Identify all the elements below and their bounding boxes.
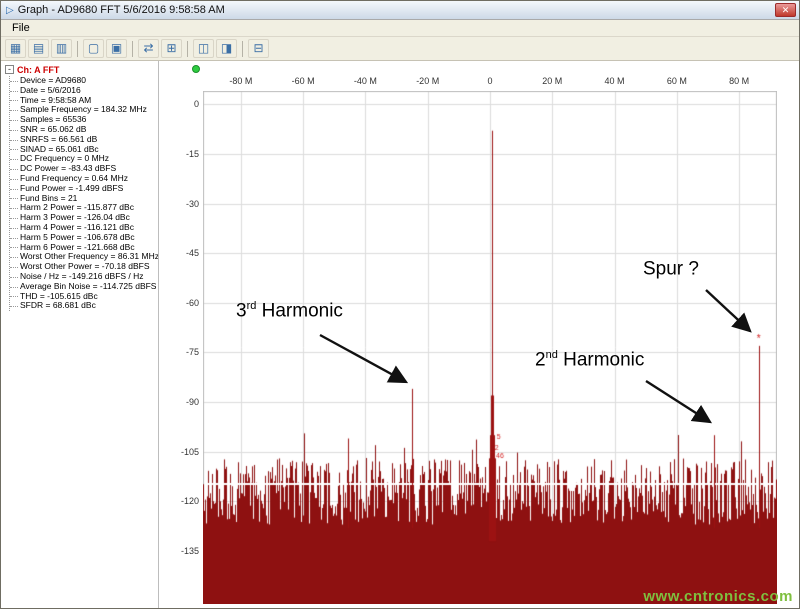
x-tick-label: -20 M	[416, 76, 440, 86]
toolbar-separator	[77, 40, 78, 57]
y-axis: 0 -15 -30 -45 -60 -75 -90 -105 -120 -135	[163, 91, 201, 604]
main-content: - Ch: A FFT Device = AD9680 Date = 5/6/20…	[1, 61, 799, 608]
y-tick-label: -75	[185, 347, 199, 358]
y-tick-label: -135	[180, 546, 199, 557]
y-tick-label: -30	[185, 198, 199, 209]
annotation-spur: Spur ?	[643, 258, 699, 280]
status-led-icon	[192, 65, 200, 73]
x-tick-label: 0	[487, 76, 493, 86]
tree-root-ch-a-fft[interactable]: - Ch: A FFT	[5, 64, 158, 75]
annotation-text: Spur ?	[643, 258, 699, 280]
y-tick-label: -120	[180, 496, 199, 507]
waveform-view-button[interactable]: ▦	[5, 39, 26, 58]
channel-label: Ch: A FFT	[17, 64, 60, 75]
annotation-harmonic-3: 3rd Harmonic	[236, 300, 343, 322]
list-view-button[interactable]: ▥	[51, 39, 72, 58]
grid-button[interactable]: ⊞	[161, 39, 182, 58]
histogram-view-button[interactable]: ◨	[216, 39, 237, 58]
y-tick-label: -15	[185, 148, 199, 159]
x-tick-label: 80 M	[729, 76, 750, 86]
table-view-button[interactable]: ▤	[28, 39, 49, 58]
title-bar[interactable]: ▷ Graph - AD9680 FFT 5/6/2016 9:58:58 AM…	[1, 1, 799, 20]
toolbar-separator	[187, 40, 188, 57]
fft-view-button[interactable]: ◫	[193, 39, 214, 58]
annotation-sup: rd	[246, 300, 257, 312]
x-tick-label: 20 M	[542, 76, 563, 86]
save-button[interactable]: ▣	[106, 39, 127, 58]
close-button[interactable]: ✕	[775, 3, 796, 17]
toolbar-separator	[242, 40, 243, 57]
new-capture-button[interactable]: ▢	[83, 39, 104, 58]
analysis-button[interactable]: ⊟	[248, 39, 269, 58]
import-export-button[interactable]: ⇄	[138, 39, 159, 58]
x-tick-label: -80 M	[229, 76, 253, 86]
menu-bar: File	[1, 20, 799, 37]
annotation-harmonic-2: 2nd Harmonic	[535, 349, 644, 371]
annotation-text: 2	[535, 349, 546, 371]
parameter-item[interactable]: SFDR = 68.681 dBc	[10, 301, 158, 311]
toolbar: ▦ ▤ ▥ ▢ ▣ ⇄ ⊞ ◫ ◨ ⊟	[1, 37, 799, 61]
menu-file[interactable]: File	[5, 21, 37, 35]
chart-panel: -80 M -60 M -40 M -20 M 0 20 M 40 M 60 M 80 M 0-…	[159, 61, 799, 608]
x-tick-label: -40 M	[353, 76, 377, 86]
x-tick-label: 60 M	[666, 76, 687, 86]
fft-plot	[203, 91, 777, 604]
annotation-text: Harmonic	[557, 349, 645, 371]
parameter-panel: - Ch: A FFT Device = AD9680 Date = 5/6/20…	[1, 61, 159, 608]
app-window: ▷ Graph - AD9680 FFT 5/6/2016 9:58:58 AM…	[0, 0, 800, 609]
x-axis: -80 M -60 M -40 M -20 M 0 20 M 40 M 60 M 80 M	[203, 76, 777, 87]
annotation-text: 3	[236, 300, 247, 322]
annotation-text: Harmonic	[256, 300, 343, 322]
app-icon: ▷	[6, 4, 14, 16]
window-title: Graph - AD9680 FFT 5/6/2016 9:58:58 AM	[17, 4, 225, 16]
y-tick-label: -105	[180, 446, 199, 457]
x-tick-label: -60 M	[291, 76, 315, 86]
collapse-icon[interactable]: -	[5, 65, 14, 74]
annotation-sup: nd	[545, 349, 558, 361]
y-tick-label: -45	[185, 248, 199, 259]
y-tick-label: -90	[185, 397, 199, 408]
y-tick-label: 0	[193, 99, 199, 110]
y-tick-label: -60	[185, 297, 199, 308]
x-tick-label: 40 M	[604, 76, 625, 86]
toolbar-separator	[132, 40, 133, 57]
parameter-list: Device = AD9680 Date = 5/6/2016 Time = 9:5…	[9, 75, 158, 312]
watermark: www.cntronics.com	[643, 588, 793, 605]
